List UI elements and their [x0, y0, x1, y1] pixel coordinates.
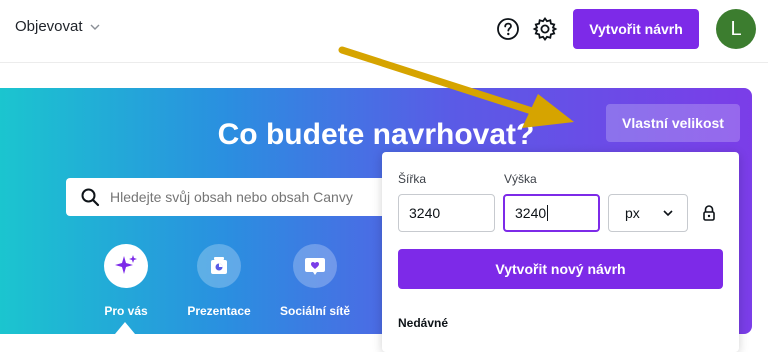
custom-size-button[interactable]: Vlastní velikost	[606, 104, 740, 142]
presentation-icon	[211, 257, 227, 274]
custom-size-popover: Šířka Výška 3240 3240 px Vytvořit nový n…	[382, 152, 739, 352]
height-value: 3240	[515, 205, 547, 221]
sparkle-icon	[115, 255, 137, 274]
category-for-you[interactable]: Pro vás	[86, 244, 166, 318]
chevron-down-icon	[663, 210, 673, 217]
search-bar[interactable]	[66, 178, 406, 216]
lock-icon[interactable]	[700, 203, 718, 223]
unit-value: px	[625, 205, 640, 221]
explore-menu[interactable]: Objevovat	[15, 18, 101, 35]
category-circle	[104, 244, 148, 288]
explore-label: Objevovat	[15, 18, 83, 35]
height-field[interactable]: 3240	[503, 194, 600, 232]
category-label: Sociální sítě	[279, 304, 351, 318]
gear-icon[interactable]	[532, 16, 558, 42]
height-label: Výška	[504, 172, 537, 186]
text-cursor	[547, 205, 549, 221]
selected-indicator	[115, 322, 135, 334]
category-circle	[197, 244, 241, 288]
width-label: Šířka	[398, 172, 427, 186]
top-bar: Objevovat Vytvořit návrh L	[0, 0, 768, 62]
create-design-button[interactable]: Vytvořit návrh	[573, 9, 699, 49]
width-field[interactable]: 3240	[398, 194, 495, 232]
category-social[interactable]: Sociální sítě	[275, 244, 355, 318]
divider	[0, 62, 768, 63]
chevron-down-icon	[90, 24, 100, 30]
unit-select[interactable]: px	[608, 194, 688, 232]
help-icon[interactable]	[496, 17, 520, 41]
category-label: Pro vás	[104, 304, 148, 318]
width-value: 3240	[409, 205, 441, 221]
category-circle	[293, 244, 337, 288]
search-input[interactable]	[108, 188, 392, 206]
create-new-design-button[interactable]: Vytvořit nový návrh	[398, 249, 723, 289]
search-icon	[81, 188, 100, 207]
avatar[interactable]: L	[716, 9, 756, 49]
category-presentations[interactable]: Prezentace	[179, 244, 259, 318]
recent-heading: Nedávné	[398, 316, 449, 330]
category-label: Prezentace	[187, 304, 251, 318]
heart-chat-icon	[305, 258, 325, 275]
